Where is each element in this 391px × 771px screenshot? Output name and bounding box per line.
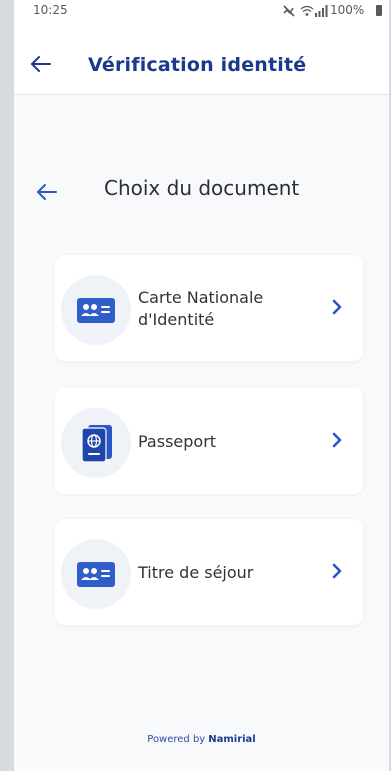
status-icons: 100% <box>254 3 389 19</box>
document-option-passeport[interactable]: Passeport <box>55 388 363 494</box>
wifi-icon <box>300 5 314 16</box>
footer-brand: Namirial <box>208 734 256 745</box>
chevron-right-icon <box>332 432 342 448</box>
id-card-icon <box>77 562 115 587</box>
chevron-right-icon <box>332 299 342 315</box>
document-label-line2: d'Identité <box>138 310 215 329</box>
document-option-carte-nationale[interactable]: Carte Nationale d'Identité <box>55 255 363 361</box>
document-option-titre-de-sejour[interactable]: Titre de séjour <box>55 519 363 625</box>
document-icon-badge <box>61 408 131 478</box>
battery-level: 100% <box>330 3 365 17</box>
app-screen: 10:25 100% Vérification identité Choix d… <box>14 0 389 771</box>
battery-icon <box>376 5 382 16</box>
left-bezel <box>0 0 14 771</box>
footer-powered-by: Powered by Namirial <box>14 734 389 745</box>
arrow-left-icon[interactable] <box>30 55 52 73</box>
id-card-icon <box>77 298 115 323</box>
document-label: Carte Nationale d'Identité <box>138 287 308 331</box>
device-frame: 10:25 100% Vérification identité Choix d… <box>0 0 391 771</box>
document-label: Titre de séjour <box>138 563 254 582</box>
chevron-right-icon <box>332 563 342 579</box>
status-time: 10:25 <box>33 3 68 17</box>
passport-icon <box>81 425 112 463</box>
app-header: Vérification identité <box>14 20 389 95</box>
section-title: Choix du document <box>104 176 300 200</box>
footer-prefix: Powered by <box>147 734 206 745</box>
document-label-line1: Carte Nationale <box>138 288 264 307</box>
signal-icon <box>315 5 328 17</box>
document-icon-badge <box>61 539 131 609</box>
status-bar: 10:25 100% <box>14 0 389 20</box>
document-icon-badge <box>61 275 131 345</box>
page-title: Vérification identité <box>88 54 307 76</box>
document-label: Passeport <box>138 432 217 451</box>
arrow-left-icon[interactable] <box>36 183 58 201</box>
mute-icon <box>283 5 295 17</box>
